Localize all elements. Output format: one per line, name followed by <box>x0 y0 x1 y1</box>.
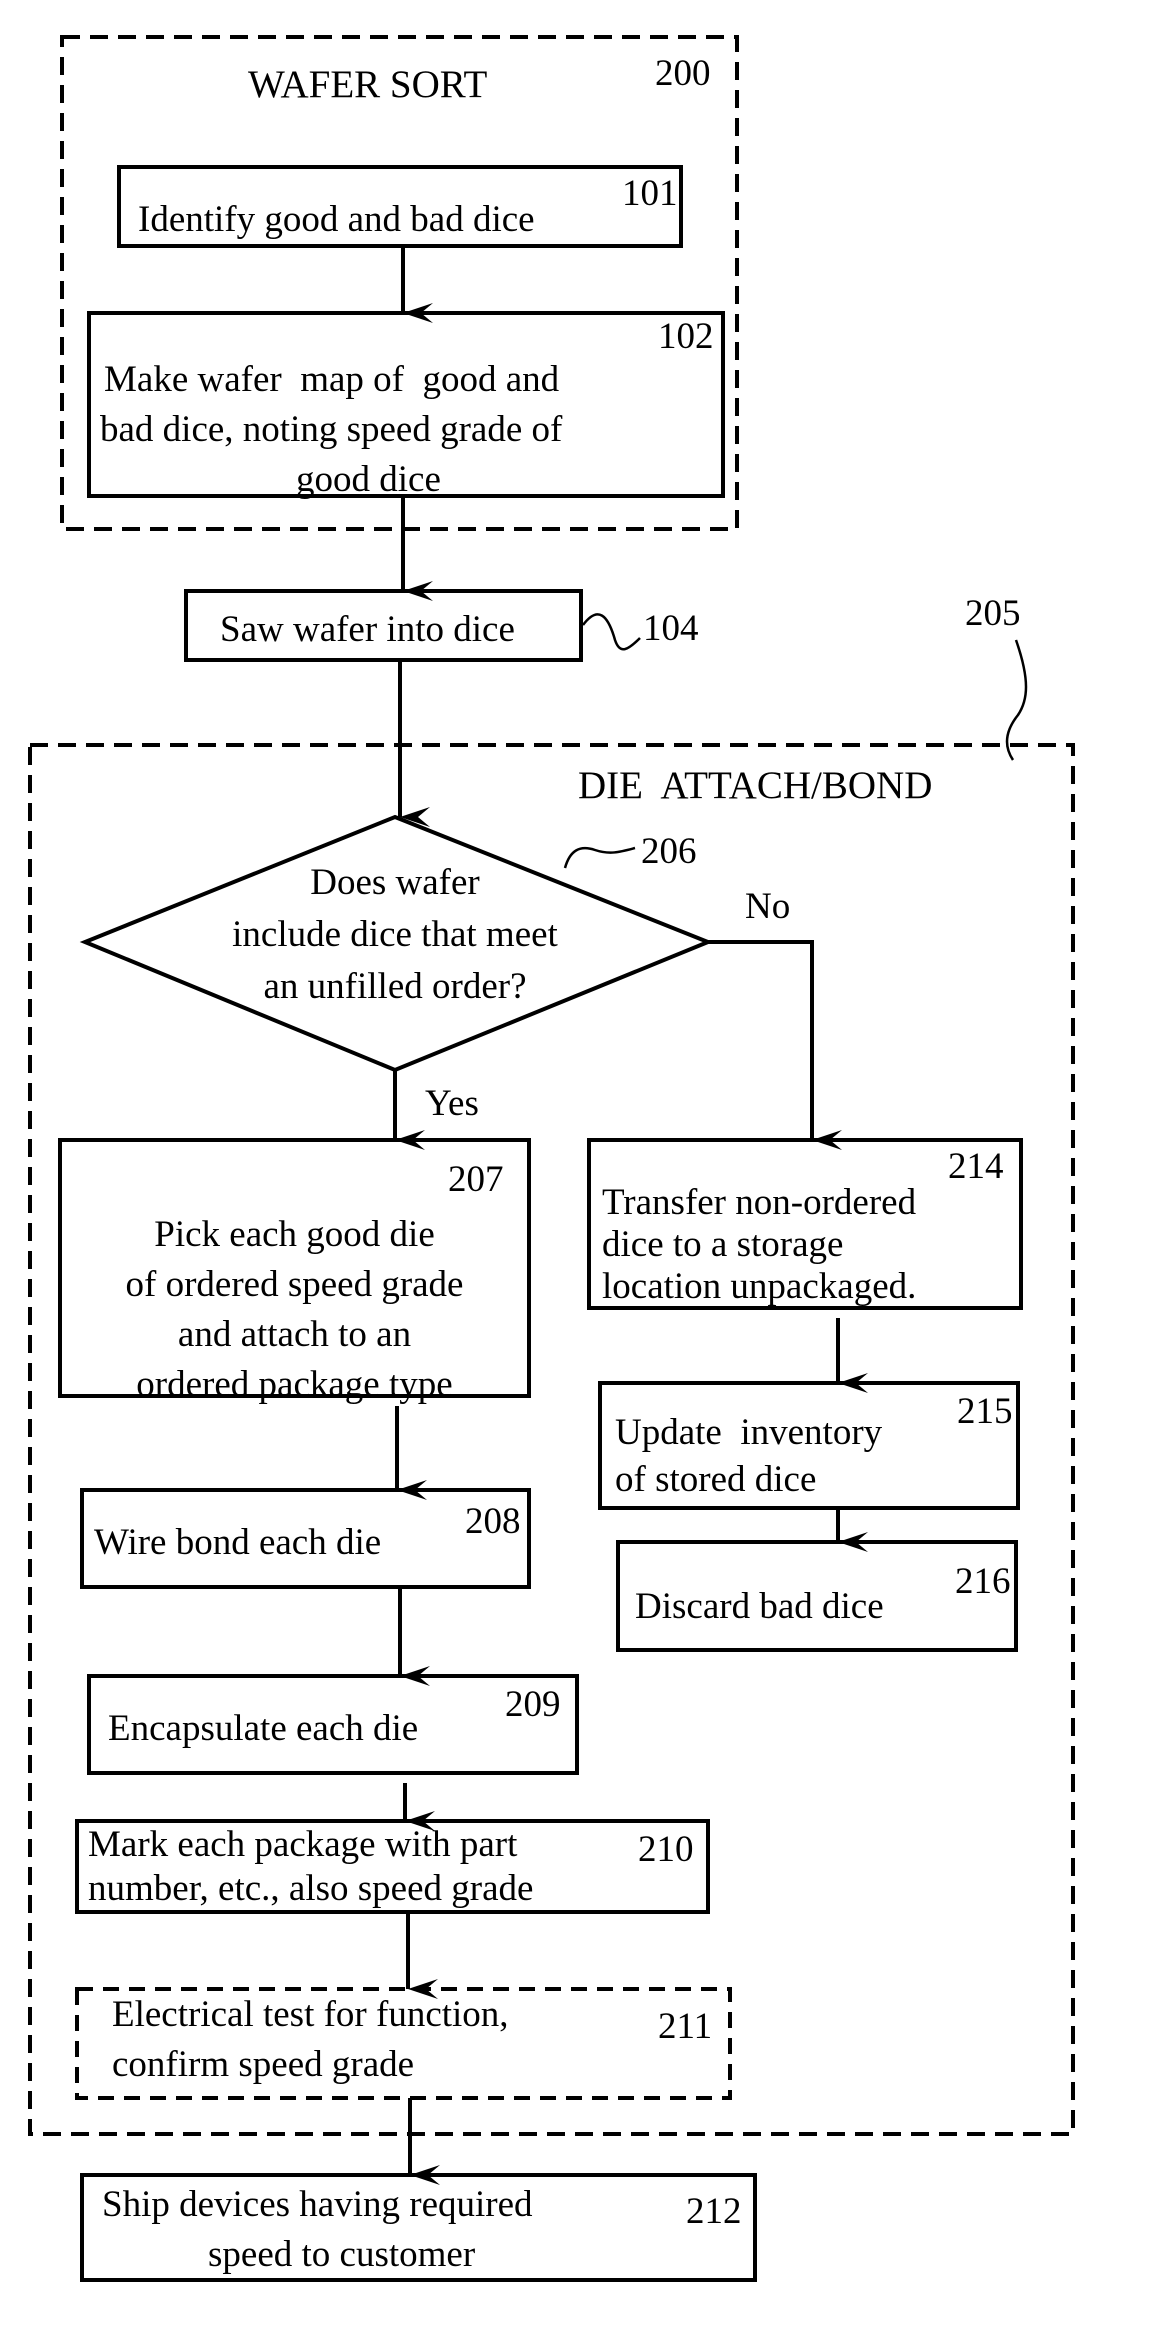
step-208-ref: 208 <box>465 1501 521 1542</box>
step-207-line-2: of ordered speed grade <box>125 1264 464 1305</box>
decision-206-line-2: include dice that meet <box>232 914 558 955</box>
step-102-line-2: bad dice, noting speed grade of <box>100 409 563 450</box>
step-212-ref: 212 <box>686 2191 742 2232</box>
decision-206-line-1: Does wafer <box>310 862 480 903</box>
step-207-line-4: ordered package type <box>136 1364 453 1405</box>
wafer-sort-title: WAFER SORT <box>248 63 488 106</box>
step-210-ref: 210 <box>638 1829 694 1870</box>
decision-206-line-3: an unfilled order? <box>263 966 527 1007</box>
step-211-ref: 211 <box>658 2006 713 2047</box>
step-102-line-3: good dice <box>296 459 441 500</box>
branch-no-label: No <box>745 886 791 927</box>
step-215-line-2: of stored dice <box>615 1459 817 1500</box>
arrow-206-no-to-214 <box>708 940 842 1150</box>
step-207-line-1: Pick each good die <box>154 1214 435 1255</box>
step-209-text: Encapsulate each die <box>108 1708 419 1749</box>
step-102-ref: 102 <box>658 316 714 357</box>
step-214-line-3: location unpackaged. <box>602 1266 917 1307</box>
step-215-line-1: Update inventory <box>615 1412 883 1453</box>
ref-205-leader <box>1005 639 1028 761</box>
step-104-ref: 104 <box>643 608 699 649</box>
step-209-ref: 209 <box>505 1684 561 1725</box>
step-214-ref: 214 <box>948 1146 1004 1187</box>
step-210-line-2: number, etc., also speed grade <box>88 1868 534 1909</box>
step-101-text: Identify good and bad dice <box>138 199 535 240</box>
branch-yes-label: Yes <box>425 1083 479 1124</box>
step-207-ref: 207 <box>448 1159 504 1200</box>
step-215-ref: 215 <box>957 1391 1013 1432</box>
step-212-line-1: Ship devices having required <box>102 2184 533 2225</box>
ref-104-leader <box>582 613 641 651</box>
step-208-text: Wire bond each die <box>94 1522 382 1563</box>
die-attach-title: DIE ATTACH/BOND <box>578 764 933 807</box>
step-212-line-2: speed to customer <box>208 2234 476 2275</box>
step-104-text: Saw wafer into dice <box>220 609 515 650</box>
ref-206-leader <box>563 846 636 869</box>
step-211-line-1: Electrical test for function, <box>112 1994 509 2035</box>
step-216-ref: 216 <box>955 1561 1011 1602</box>
step-211-line-2: confirm speed grade <box>112 2044 415 2085</box>
decision-206-ref: 206 <box>641 831 697 872</box>
step-210-line-1: Mark each package with part <box>88 1824 518 1865</box>
step-216-text: Discard bad dice <box>635 1586 884 1627</box>
step-207-line-3: and attach to an <box>177 1314 412 1355</box>
die-attach-ref: 205 <box>965 593 1021 634</box>
wafer-sort-ref: 200 <box>655 53 711 94</box>
step-102-line-1: Make wafer map of good and <box>104 359 560 400</box>
step-101-ref: 101 <box>622 173 678 214</box>
